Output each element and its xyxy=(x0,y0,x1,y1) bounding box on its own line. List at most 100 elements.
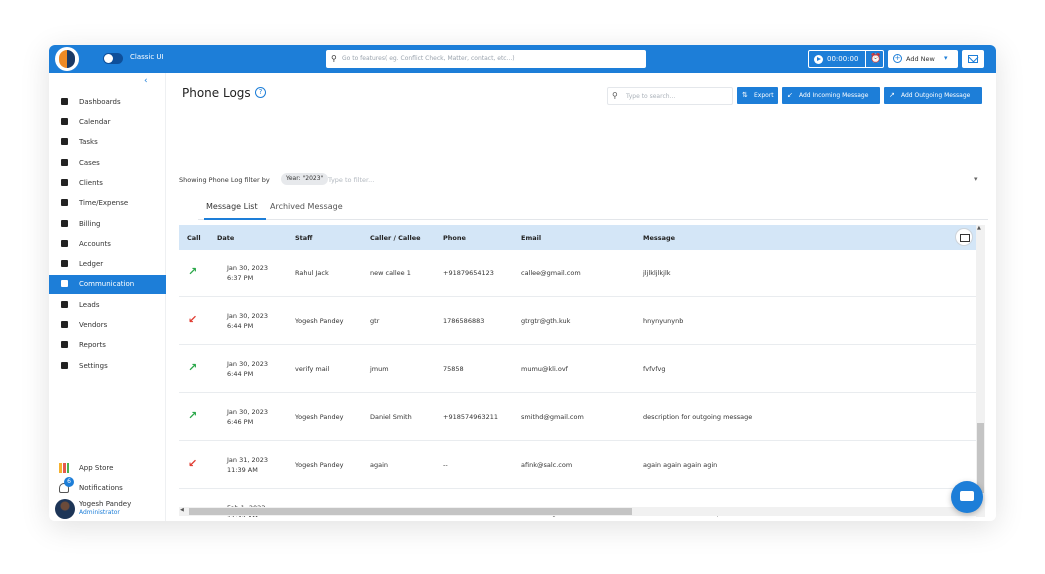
search-icon: ⚲ xyxy=(612,91,618,100)
alarm-clock-icon[interactable]: ⏰ xyxy=(870,54,881,64)
incoming-call-icon: ↙ xyxy=(188,457,198,470)
settings-icon xyxy=(61,362,68,369)
sidebar-item-dashboards[interactable]: Dashboards xyxy=(49,93,166,112)
search-icon: ⚲ xyxy=(331,54,337,63)
incoming-call-icon: ↙ xyxy=(188,313,198,326)
filter-chip-year[interactable]: Year: "2023" xyxy=(281,173,329,185)
column-header-phone[interactable]: Phone xyxy=(443,234,466,242)
tab-message-list[interactable]: Message List xyxy=(206,202,258,211)
outgoing-call-icon: ↗ xyxy=(188,361,198,374)
collapse-sidebar-icon[interactable]: ‹ xyxy=(144,76,148,86)
classic-ui-label: Classic UI xyxy=(130,53,164,61)
app-store-label: App Store xyxy=(79,464,114,472)
chat-support-button[interactable] xyxy=(951,481,983,513)
avatar[interactable] xyxy=(55,499,75,519)
table-row[interactable]: ↗ Jan 30, 2023 6:37 PM Rahul Jack new callee… xyxy=(179,249,976,297)
column-settings-icon[interactable] xyxy=(955,228,973,246)
sidebar-item-settings[interactable]: Settings xyxy=(49,357,166,376)
cell-date: Jan 30, 2023 6:44 PM xyxy=(227,312,269,330)
sidebar-item-clients[interactable]: Clients xyxy=(49,174,166,193)
sidebar-item-vendors[interactable]: Vendors xyxy=(49,316,166,335)
table-row[interactable]: ↗ Jan 30, 2023 6:46 PM Yogesh Pandey Daniel … xyxy=(179,393,976,441)
sidebar-item-label: Ledger xyxy=(79,260,104,268)
filter-input[interactable]: Type to filter... xyxy=(328,176,374,184)
tab-bar: Message List Archived Message xyxy=(198,198,988,220)
column-header-caller[interactable]: Caller / Callee xyxy=(370,234,421,242)
tab-archived-message[interactable]: Archived Message xyxy=(270,202,343,211)
sidebar-item-label: Calendar xyxy=(79,118,111,126)
sort-arrows-icon: ⇅ xyxy=(742,91,748,99)
sidebar-item-ledger[interactable]: Ledger xyxy=(49,255,166,274)
global-search-input[interactable]: ⚲ Go to features( eg. Conflict Check, Ma… xyxy=(326,50,646,68)
table-row[interactable]: ↙ Jan 31, 2023 11:39 AM Yogesh Pandey again -… xyxy=(179,441,976,489)
sidebar-item-tasks[interactable]: Tasks xyxy=(49,133,166,152)
app-window: Classic UI ⚲ Go to features( eg. Conflic… xyxy=(49,45,996,521)
global-search-placeholder: Go to features( eg. Conflict Check, Matt… xyxy=(342,55,515,62)
sidebar-item-reports[interactable]: Reports xyxy=(49,336,166,355)
vertical-scrollbar[interactable]: ▲ xyxy=(976,225,985,517)
cell-email: mumu@kli.ovf xyxy=(521,365,568,373)
main-content: Phone Logs ? ⚲ Type to search... ⇅ Expor… xyxy=(166,73,996,521)
column-header-staff[interactable]: Staff xyxy=(295,234,312,242)
plus-circle-icon: + xyxy=(893,54,902,63)
cell-message: again again again agin xyxy=(643,461,718,469)
column-header-email[interactable]: Email xyxy=(521,234,541,242)
arrow-up-right-icon: ↗ xyxy=(889,91,895,99)
app-logo[interactable] xyxy=(55,47,79,71)
sidebar-item-cases[interactable]: Cases xyxy=(49,154,166,173)
help-icon[interactable]: ? xyxy=(255,87,266,98)
vendors-icon xyxy=(61,321,68,328)
cell-caller: new callee 1 xyxy=(370,269,411,277)
sidebar-item-communication[interactable]: Communication xyxy=(49,275,166,294)
timer-widget[interactable]: 00:00:00 ⏰ xyxy=(808,50,884,68)
sidebar-item-label: Vendors xyxy=(79,321,108,329)
cell-date: Jan 30, 2023 6:44 PM xyxy=(227,360,269,378)
active-tab-indicator xyxy=(204,218,266,220)
add-new-button[interactable]: + Add New ▾ xyxy=(888,50,958,68)
cell-phone: -- xyxy=(443,461,448,469)
page-title: Phone Logs xyxy=(182,86,251,100)
leads-icon xyxy=(61,301,68,308)
classic-ui-toggle[interactable] xyxy=(103,53,123,64)
export-button[interactable]: ⇅ Export xyxy=(737,87,778,104)
mail-button[interactable] xyxy=(962,50,984,68)
arrow-down-left-icon: ↙ xyxy=(787,91,793,99)
top-bar: Classic UI ⚲ Go to features( eg. Conflic… xyxy=(49,45,996,73)
sidebar-item-leads[interactable]: Leads xyxy=(49,296,166,315)
horizontal-scrollbar[interactable]: ◀ xyxy=(179,507,976,516)
outgoing-call-icon: ↗ xyxy=(188,265,198,278)
timer-value: 00:00:00 xyxy=(827,55,859,63)
add-incoming-message-button[interactable]: ↙ Add Incoming Message xyxy=(782,87,880,104)
cell-message: hnynyunynb xyxy=(643,317,684,325)
sidebar-item-label: Accounts xyxy=(79,240,111,248)
table-row[interactable]: ↙ Jan 30, 2023 6:44 PM Yogesh Pandey gtr 1786… xyxy=(179,297,976,345)
caret-down-icon: ▾ xyxy=(944,54,948,62)
filter-dropdown-icon[interactable]: ▾ xyxy=(974,175,978,183)
search-input[interactable]: ⚲ Type to search... xyxy=(607,87,733,105)
cell-staff: verify mail xyxy=(295,365,330,373)
sidebar-item-time-expense[interactable]: Time/Expense xyxy=(49,194,166,213)
cell-date: Jan 30, 2023 6:37 PM xyxy=(227,264,269,282)
add-outgoing-message-button[interactable]: ↗ Add Outgoing Message xyxy=(884,87,982,104)
sidebar-item-calendar[interactable]: Calendar xyxy=(49,113,166,132)
reports-icon xyxy=(61,341,68,348)
cell-staff: Rahul Jack xyxy=(295,269,329,277)
sidebar-item-label: Settings xyxy=(79,362,108,370)
cell-email: afink@salc.com xyxy=(521,461,573,469)
table-row[interactable]: ↗ Jan 30, 2023 6:44 PM verify mail jmum 75858… xyxy=(179,345,976,393)
filter-bar: Showing Phone Log filter by Year: "2023"… xyxy=(179,173,989,187)
cell-date: Jan 30, 2023 6:46 PM xyxy=(227,408,269,426)
sidebar-item-label: Clients xyxy=(79,179,103,187)
play-icon[interactable] xyxy=(814,55,823,64)
column-header-date[interactable]: Date xyxy=(217,234,234,242)
tasks-icon xyxy=(61,138,68,145)
sidebar-item-accounts[interactable]: Accounts xyxy=(49,235,166,254)
phone-log-table: Call Date Staff Caller / Callee Phone Em… xyxy=(179,225,989,517)
notification-count-badge: 6 xyxy=(64,477,74,487)
column-header-message[interactable]: Message xyxy=(643,234,675,242)
sidebar-item-label: Tasks xyxy=(79,138,98,146)
cell-date: Jan 31, 2023 11:39 AM xyxy=(227,456,269,474)
sidebar-item-billing[interactable]: Billing xyxy=(49,215,166,234)
column-header-call[interactable]: Call xyxy=(187,234,201,242)
sidebar-item-label: Communication xyxy=(79,280,135,288)
